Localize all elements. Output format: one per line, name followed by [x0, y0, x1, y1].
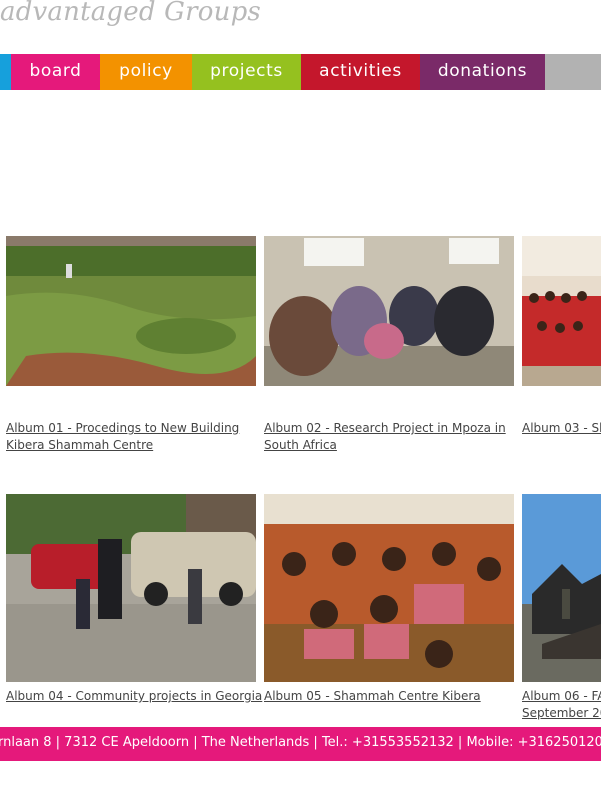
album-caption-line: September 20 [522, 706, 601, 720]
album-caption-line: Album 03 - Sh [522, 421, 601, 435]
album-thumbnail[interactable] [264, 494, 514, 682]
album-caption[interactable]: Album 05 - Shammah Centre Kibera [264, 688, 481, 705]
nav-item-donations[interactable]: donations [420, 54, 545, 90]
nav-item-policy[interactable]: policy [100, 54, 192, 90]
album-caption[interactable]: Album 01 - Procedings to New Building Ki… [6, 420, 239, 454]
main-nav: board policy projects activities donatio… [0, 54, 601, 90]
album-caption-line: Album 04 - Community projects in Georgia [6, 689, 263, 703]
nav-stub-left [0, 54, 11, 90]
nav-item-activities[interactable]: activities [301, 54, 420, 90]
album-caption-line: Album 01 - Procedings to New Building [6, 421, 240, 435]
album-caption[interactable]: Album 03 - Sh [522, 420, 601, 437]
album-caption[interactable]: Album 04 - Community projects in Georgia [6, 688, 262, 705]
footer-contact-text: rnlaan 8 | 7312 CE Apeldoorn | The Nethe… [0, 735, 601, 750]
footer-contact-bar: rnlaan 8 | 7312 CE Apeldoorn | The Nethe… [0, 727, 601, 761]
album-caption-line: Album 05 - Shammah Centre Kibera [264, 689, 481, 703]
album-caption[interactable]: Album 02 - Research Project in Mpoza in … [264, 420, 506, 454]
site-title: advantaged Groups [0, 0, 261, 27]
nav-item-board[interactable]: board [11, 54, 100, 90]
album-thumbnail[interactable] [6, 494, 256, 682]
album-thumbnail[interactable] [6, 236, 256, 386]
nav-stub-right [545, 54, 601, 90]
album-thumbnail[interactable] [522, 494, 601, 682]
nav-item-projects[interactable]: projects [192, 54, 301, 90]
album-caption-line: Album 02 - Research Project in Mpoza in [264, 421, 506, 435]
album-caption-line: South Africa [264, 438, 337, 452]
album-thumbnail[interactable] [264, 236, 514, 386]
album-caption[interactable]: Album 06 - FA September 20 [522, 688, 601, 722]
album-caption-line: Kibera Shammah Centre [6, 438, 154, 452]
album-caption-line: Album 06 - FA [522, 689, 601, 703]
album-thumbnail[interactable] [522, 236, 601, 386]
